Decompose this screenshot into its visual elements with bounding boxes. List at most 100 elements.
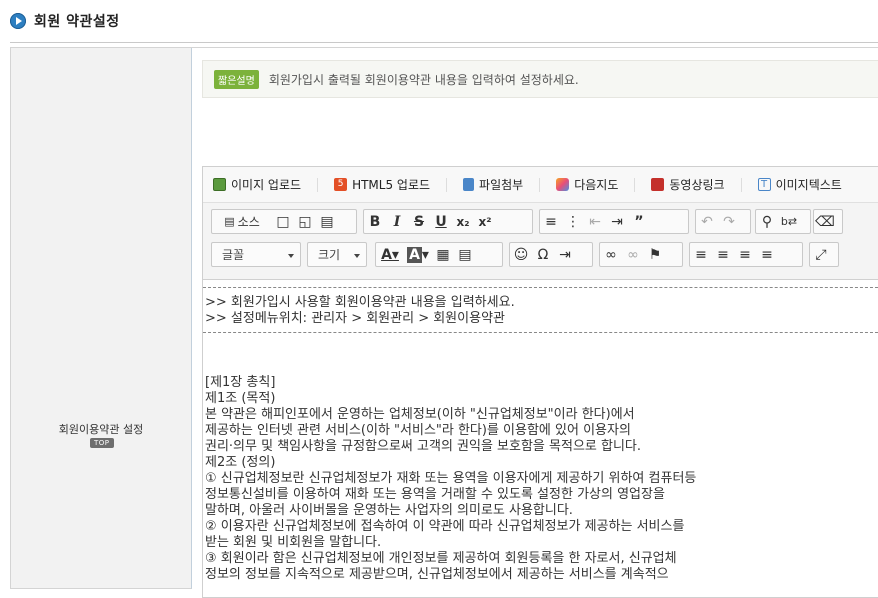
smiley-icon[interactable]: ☺ xyxy=(510,244,532,266)
source-button[interactable]: ▤ 소스 xyxy=(212,211,272,233)
templates-icon[interactable]: ▤ xyxy=(316,211,338,233)
rich-text-editor: 이미지 업로드 5 HTML5 업로드 파일첨부 다음지도 동영상링크 T 이미… xyxy=(202,166,878,598)
video-link-button[interactable]: 동영상링크 xyxy=(651,176,725,193)
divider xyxy=(740,177,742,192)
dashed-divider xyxy=(203,332,878,333)
page-break-icon[interactable]: ⇥ xyxy=(554,244,576,266)
daum-map-icon xyxy=(556,178,570,191)
redo-icon[interactable]: ↷ xyxy=(718,211,740,233)
divider xyxy=(539,177,541,192)
maximize-group: ⤢ xyxy=(809,242,839,267)
html5-upload-label: HTML5 업로드 xyxy=(352,178,431,192)
align-center-icon[interactable]: ≡ xyxy=(712,244,734,266)
image-upload-button[interactable]: 이미지 업로드 xyxy=(213,176,301,193)
anchor-flag-icon[interactable]: ⚑ xyxy=(644,244,666,266)
content-line: 정보의 정보를 지속적으로 제공받으며, 신규업체정보에서 제공하는 서비스를 … xyxy=(205,567,669,582)
bold-icon[interactable]: B xyxy=(364,211,386,233)
new-page-icon[interactable]: □ xyxy=(272,211,294,233)
italic-icon[interactable]: I xyxy=(386,211,408,233)
image-text-button[interactable]: T 이미지텍스트 xyxy=(757,176,842,193)
daum-map-label: 다음지도 xyxy=(574,178,619,192)
align-left-icon[interactable]: ≡ xyxy=(690,244,712,266)
file-icon xyxy=(463,178,475,191)
content-line: 정보통신설비를 이용하여 재화 또는 용역을 거래할 수 있도록 설정한 가상의… xyxy=(205,487,665,502)
chevron-down-icon xyxy=(354,254,360,258)
format-group: ⌫ xyxy=(813,209,843,234)
file-attach-label: 파일첨부 xyxy=(479,178,524,192)
document-group: ▤ 소스 □ ◱ ▤ xyxy=(211,209,357,234)
image-text-label: 이미지텍스트 xyxy=(775,178,842,192)
horizontal-line-icon[interactable]: ▤ xyxy=(454,244,476,266)
page-title: 회원 약관설정 xyxy=(34,14,120,30)
preview-icon[interactable]: ◱ xyxy=(294,211,316,233)
maximize-icon[interactable]: ⤢ xyxy=(810,244,832,266)
replace-icon[interactable]: b⇄ xyxy=(778,211,800,233)
short-desc-badge: 짧은설명 xyxy=(214,69,259,89)
find-icon[interactable]: ⚲ xyxy=(756,211,778,233)
blockquote-icon[interactable]: ” xyxy=(628,211,650,233)
align-group: ≡ ≡ ≡ ≡ xyxy=(689,242,803,267)
divider xyxy=(317,177,319,192)
unlink-icon[interactable]: ∞ xyxy=(622,244,644,266)
chevron-down-icon xyxy=(288,254,294,258)
size-select[interactable]: 크기 xyxy=(307,242,367,267)
content-line: 받는 회원 및 비회원을 말합니다. xyxy=(205,535,382,550)
table-icon[interactable]: ▦ xyxy=(432,244,454,266)
outdent-icon[interactable]: ⇤ xyxy=(584,211,606,233)
content-line: >> 설정메뉴위치: 관리자 > 회원관리 > 회원이용약관 xyxy=(205,311,505,326)
content-line: ① 신규업체정보란 신규업체정보가 재화 또는 용역을 이용자에게 제공하기 위… xyxy=(205,471,697,486)
content-line: 말하며, 아울러 사이버몰을 운영하는 사업자의 의미로도 사용합니다. xyxy=(205,503,573,518)
description-text: 회원가입시 출력될 회원이용약관 내용을 입력하여 설정하세요. xyxy=(268,72,579,87)
editor-toolbar: ▤ 소스 □ ◱ ▤ B I S U x₂ x² ≡ ⋮ ⇤ ⇥ ” ↶ ↷ ⚲… xyxy=(203,203,878,280)
content-line: [제1장 총칙] xyxy=(205,375,276,390)
bg-color-icon[interactable]: A ▾ xyxy=(404,244,432,266)
circle-arrow-icon xyxy=(10,13,26,29)
text-image-icon: T xyxy=(757,178,771,191)
link-group: ∞ ∞ ⚑ xyxy=(599,242,683,267)
content-line: >> 회원가입시 사용할 회원이용약관 내용을 입력하세요. xyxy=(205,295,515,310)
numbered-list-icon[interactable]: ≡ xyxy=(540,211,562,233)
indent-icon[interactable]: ⇥ xyxy=(606,211,628,233)
underline-icon[interactable]: U xyxy=(430,211,452,233)
page-header: 회원 약관설정 xyxy=(10,10,120,32)
dashed-divider xyxy=(203,287,878,288)
color-group: A▾ A ▾ ▦ ▤ xyxy=(375,242,503,267)
row-content-cell: 짧은설명 회원가입시 출력될 회원이용약관 내용을 입력하여 설정하세요. 이미… xyxy=(191,47,878,598)
top-badge[interactable]: TOP xyxy=(90,438,114,448)
html5-upload-button[interactable]: 5 HTML5 업로드 xyxy=(334,176,430,193)
content-line: 본 약관은 해피인포에서 운영하는 업체정보(이하 "신규업체정보"이라 한다)… xyxy=(205,407,635,422)
content-line: ② 이용자란 신규업체정보에 접속하여 이 약관에 따라 신규업체정보가 제공하… xyxy=(205,519,685,534)
divider xyxy=(446,177,448,192)
undo-icon[interactable]: ↶ xyxy=(696,211,718,233)
list-group: ≡ ⋮ ⇤ ⇥ ” xyxy=(539,209,689,234)
link-icon[interactable]: ∞ xyxy=(600,244,622,266)
strike-icon[interactable]: S xyxy=(408,211,430,233)
video-icon xyxy=(651,178,665,191)
daum-map-button[interactable]: 다음지도 xyxy=(556,176,618,193)
basic-style-group: B I S U x₂ x² xyxy=(363,209,533,234)
editor-content[interactable]: >> 회원가입시 사용할 회원이용약관 내용을 입력하세요. >> 설정메뉴위치… xyxy=(203,279,878,597)
html5-icon: 5 xyxy=(334,178,348,191)
content-line: 제공하는 인터넷 관련 서비스(이하 "서비스"라 한다)를 이용함에 있어 이… xyxy=(205,423,631,438)
content-line: 권리·의무 및 책임사항을 규정함으로써 고객의 권익을 보호함을 목적으로 합… xyxy=(205,439,642,454)
settings-table: 회원이용약관 설정 TOP 짧은설명 회원가입시 출력될 회원이용약관 내용을 … xyxy=(10,42,878,598)
image-icon xyxy=(213,178,226,191)
superscript-icon[interactable]: x² xyxy=(474,211,496,233)
special-char-icon[interactable]: Ω xyxy=(532,244,554,266)
subscript-icon[interactable]: x₂ xyxy=(452,211,474,233)
file-attach-button[interactable]: 파일첨부 xyxy=(463,176,523,193)
image-upload-label: 이미지 업로드 xyxy=(231,178,302,192)
text-color-icon[interactable]: A▾ xyxy=(376,244,404,266)
font-select-label: 글꼴 xyxy=(222,248,245,262)
bullet-list-icon[interactable]: ⋮ xyxy=(562,211,584,233)
align-right-icon[interactable]: ≡ xyxy=(734,244,756,266)
font-select[interactable]: 글꼴 xyxy=(211,242,301,267)
find-group: ⚲ b⇄ xyxy=(755,209,811,234)
content-line: 제2조 (정의) xyxy=(205,455,276,470)
size-select-label: 크기 xyxy=(318,248,341,262)
remove-format-icon[interactable]: ⌫ xyxy=(814,211,836,233)
attachment-bar: 이미지 업로드 5 HTML5 업로드 파일첨부 다음지도 동영상링크 T 이미… xyxy=(203,167,878,203)
align-justify-icon[interactable]: ≡ xyxy=(756,244,778,266)
undo-group: ↶ ↷ xyxy=(695,209,751,234)
row-label-cell: 회원이용약관 설정 TOP xyxy=(10,47,192,589)
